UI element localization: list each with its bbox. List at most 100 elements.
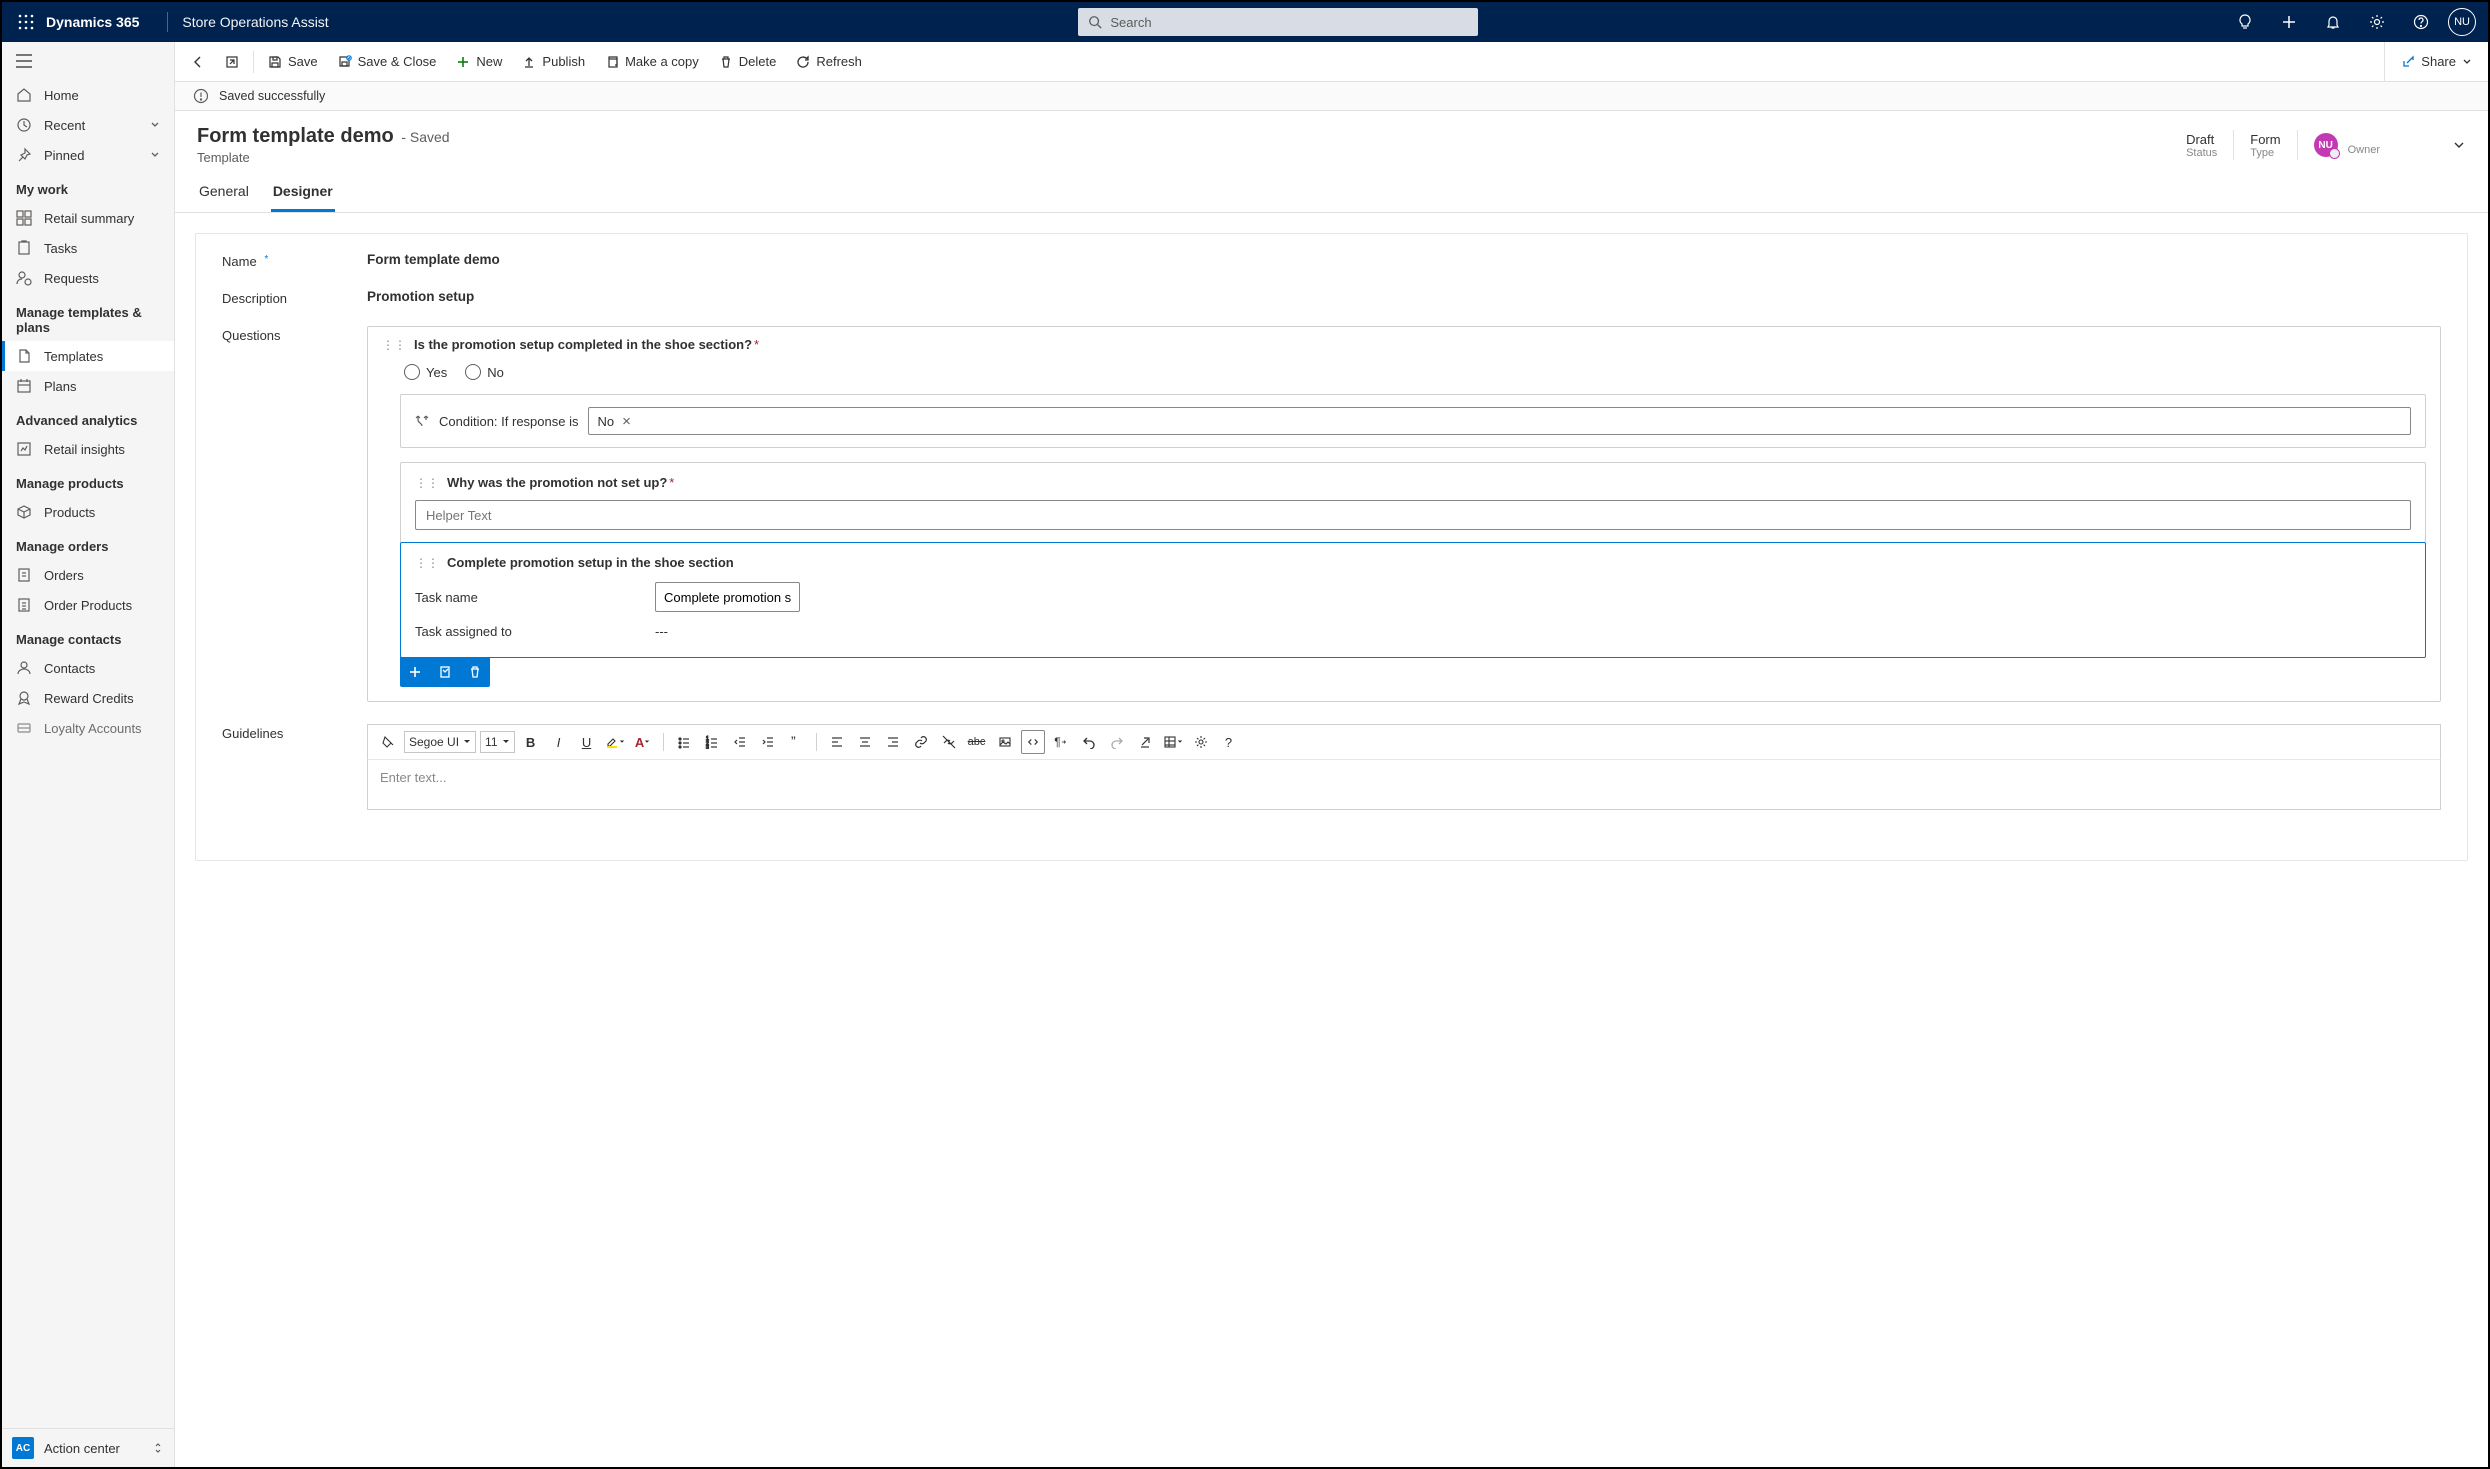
new-button[interactable]: New — [446, 48, 512, 75]
drag-handle-icon[interactable]: ⋮⋮ — [415, 556, 439, 570]
notifications-icon[interactable] — [2316, 5, 2350, 39]
status-message: Saved successfully — [219, 89, 325, 103]
drag-handle-icon[interactable]: ⋮⋮ — [415, 476, 439, 490]
sidebar-item-retail-insights[interactable]: Retail insights — [2, 434, 174, 464]
task-name-label: Task name — [415, 590, 655, 605]
sidebar-section-products: Manage products — [2, 464, 174, 497]
sidebar-item-reward-credits[interactable]: Reward Credits — [2, 683, 174, 713]
sidebar-item-loyalty[interactable]: Loyalty Accounts — [2, 713, 174, 743]
tab-general[interactable]: General — [197, 175, 251, 212]
rte-image-icon[interactable] — [993, 730, 1017, 754]
rte-bold-icon[interactable]: B — [519, 730, 543, 754]
owner-avatar[interactable]: NU — [2314, 133, 2338, 157]
rte-align-center-icon[interactable] — [853, 730, 877, 754]
rte-clear-icon[interactable] — [1133, 730, 1157, 754]
rte-strike-icon[interactable]: abc — [965, 730, 989, 754]
rte-settings-icon[interactable] — [1189, 730, 1213, 754]
copy-button[interactable]: Make a copy — [595, 48, 709, 75]
question-card[interactable]: ⋮⋮ Is the promotion setup completed in t… — [367, 326, 2441, 702]
rte-quote-icon[interactable]: ” — [784, 730, 808, 754]
sidebar-item-retail-summary[interactable]: Retail summary — [2, 203, 174, 233]
chevron-down-icon[interactable] — [2452, 138, 2466, 152]
sidebar-item-tasks[interactable]: Tasks — [2, 233, 174, 263]
brand-label[interactable]: Dynamics 365 — [46, 14, 139, 30]
radio-yes[interactable]: Yes — [404, 364, 447, 380]
radio-no[interactable]: No — [465, 364, 504, 380]
rte-italic-icon[interactable]: I — [547, 730, 571, 754]
condition-chip: No — [597, 414, 614, 429]
task-name-input[interactable] — [655, 582, 800, 612]
tab-designer[interactable]: Designer — [271, 175, 335, 212]
rte-font-color-icon[interactable]: A — [631, 730, 655, 754]
sidebar-item-orders[interactable]: Orders — [2, 560, 174, 590]
rte-help-icon[interactable]: ? — [1217, 730, 1241, 754]
save-button[interactable]: Save — [258, 48, 328, 75]
sidebar-item-label: Contacts — [44, 661, 95, 676]
rte-align-left-icon[interactable] — [825, 730, 849, 754]
sub-question-card[interactable]: ⋮⋮ Why was the promotion not set up? * — [400, 462, 2426, 543]
required-indicator: * — [754, 337, 759, 352]
description-value[interactable]: Promotion setup — [367, 289, 474, 304]
save-close-button[interactable]: Save & Close — [328, 48, 447, 75]
description-label: Description — [222, 289, 367, 306]
rte-format-painter-icon[interactable] — [376, 730, 400, 754]
rte-align-right-icon[interactable] — [881, 730, 905, 754]
rte-underline-icon[interactable]: U — [575, 730, 599, 754]
app-launcher-icon[interactable] — [10, 6, 42, 38]
rte-redo-icon[interactable] — [1105, 730, 1129, 754]
task-delete-button[interactable] — [460, 657, 490, 687]
rte-font-select[interactable]: Segoe UI — [404, 731, 476, 753]
add-icon[interactable] — [2272, 5, 2306, 39]
help-icon[interactable] — [2404, 5, 2438, 39]
sidebar-item-label: Orders — [44, 568, 84, 583]
sidebar-item-contacts[interactable]: Contacts — [2, 653, 174, 683]
name-value[interactable]: Form template demo — [367, 252, 500, 267]
publish-button[interactable]: Publish — [512, 48, 595, 75]
sidebar-item-home[interactable]: Home — [2, 80, 174, 110]
action-center[interactable]: AC Action center — [2, 1428, 174, 1467]
rte-code-icon[interactable] — [1021, 730, 1045, 754]
delete-button[interactable]: Delete — [709, 48, 787, 75]
rte-link-icon[interactable] — [909, 730, 933, 754]
refresh-button[interactable]: Refresh — [786, 48, 872, 75]
drag-handle-icon[interactable]: ⋮⋮ — [382, 338, 406, 352]
rte-numbering-icon[interactable]: 123 — [700, 730, 724, 754]
task-copy-button[interactable] — [430, 657, 460, 687]
sidebar-item-order-products[interactable]: Order Products — [2, 590, 174, 620]
settings-icon[interactable] — [2360, 5, 2394, 39]
helper-text-input[interactable] — [415, 500, 2411, 530]
updown-icon — [152, 1442, 164, 1454]
rte-editor[interactable]: Enter text... — [367, 760, 2441, 810]
rte-ltr-icon[interactable]: ¶ — [1049, 730, 1073, 754]
open-button[interactable] — [215, 49, 249, 75]
share-button[interactable]: Share — [2391, 48, 2482, 75]
rte-table-icon[interactable] — [1161, 730, 1185, 754]
rte-bullets-icon[interactable] — [672, 730, 696, 754]
sidebar-item-plans[interactable]: Plans — [2, 371, 174, 401]
sidebar-item-label: Tasks — [44, 241, 77, 256]
sidebar-item-recent[interactable]: Recent — [2, 110, 174, 140]
rte-unlink-icon[interactable] — [937, 730, 961, 754]
rte-size-select[interactable]: 11 — [480, 731, 514, 753]
task-assigned-value[interactable]: --- — [655, 624, 668, 639]
lightbulb-icon[interactable] — [2228, 5, 2262, 39]
sidebar-item-pinned[interactable]: Pinned — [2, 140, 174, 170]
hamburger-icon[interactable] — [2, 42, 174, 80]
rte-undo-icon[interactable] — [1077, 730, 1101, 754]
app-name-label: Store Operations Assist — [182, 14, 328, 30]
user-avatar[interactable]: NU — [2448, 8, 2476, 36]
sidebar-section-templates: Manage templates & plans — [2, 293, 174, 341]
search-input[interactable]: Search — [1078, 8, 1478, 36]
rte-highlight-icon[interactable] — [603, 730, 627, 754]
sidebar-item-templates[interactable]: Templates — [2, 341, 174, 371]
task-add-button[interactable] — [400, 657, 430, 687]
rte-indent-icon[interactable] — [756, 730, 780, 754]
rte-outdent-icon[interactable] — [728, 730, 752, 754]
back-button[interactable] — [181, 49, 215, 75]
condition-select[interactable]: No × — [588, 407, 2411, 435]
task-card[interactable]: ⋮⋮ Complete promotion setup in the shoe … — [400, 542, 2426, 658]
tabs: General Designer — [175, 165, 2488, 213]
sidebar-item-requests[interactable]: Requests — [2, 263, 174, 293]
sidebar-item-products[interactable]: Products — [2, 497, 174, 527]
chip-remove-icon[interactable]: × — [622, 414, 631, 429]
